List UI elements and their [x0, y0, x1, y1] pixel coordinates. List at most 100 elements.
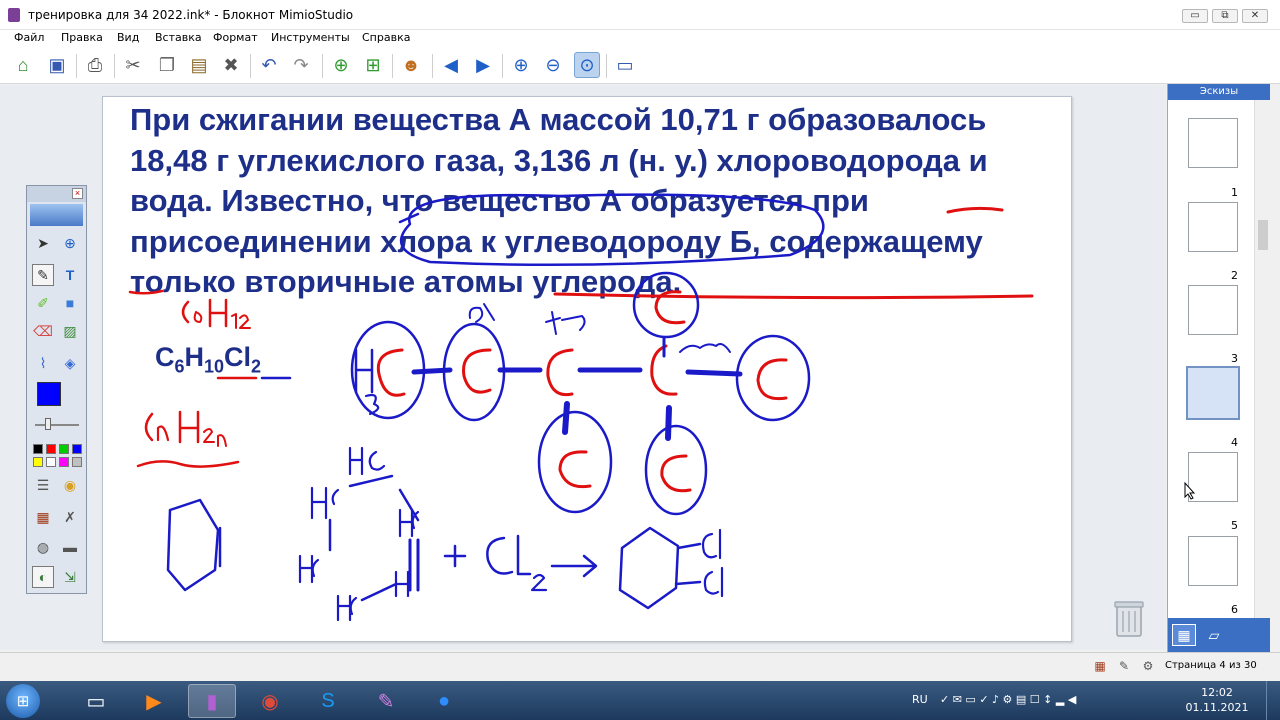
show-desktop-button[interactable]: [1266, 681, 1280, 720]
redo-icon[interactable]: ↷: [288, 52, 314, 78]
thumbnails-view-icon[interactable]: ▦: [1172, 624, 1196, 646]
chrome-taskbar-icon[interactable]: ◉: [246, 684, 294, 718]
gallery-icon[interactable]: ◉: [59, 474, 81, 496]
menu-bar: Файл Правка Вид Вставка Формат Инструмен…: [0, 30, 1280, 46]
zoom-in-icon[interactable]: ⊕: [508, 52, 534, 78]
color-swatch-red[interactable]: [46, 444, 56, 454]
tray-icons[interactable]: ✓ ✉ ▭ ✓ ♪ ⚙ ▤ ☐ ↕ ▂ ◀: [940, 693, 1076, 706]
thumbnail-page-2[interactable]: [1188, 202, 1238, 252]
thumbnail-number: 6: [1231, 603, 1238, 616]
color-swatch-gray[interactable]: [72, 457, 82, 467]
highlighter-icon[interactable]: ✐: [32, 292, 54, 314]
screen-capture-icon[interactable]: ▬: [59, 536, 81, 558]
palette-close-icon[interactable]: ×: [72, 188, 83, 199]
folder-view-icon[interactable]: ▱: [1202, 624, 1226, 646]
zoom-fit-icon[interactable]: ⊙: [574, 52, 600, 78]
menu-format[interactable]: Формат: [213, 31, 258, 44]
import-icon[interactable]: ⇲: [59, 566, 81, 588]
clock[interactable]: 12:02 01.11.2021: [1184, 685, 1250, 715]
zoom-taskbar-icon[interactable]: ●: [420, 684, 468, 718]
desktop: тренировка для 34 2022.ink* - Блокнот Mi…: [0, 0, 1280, 720]
mimio-notebook-taskbar-icon[interactable]: ▮: [188, 684, 236, 718]
pen-status-icon[interactable]: ✎: [1116, 658, 1132, 674]
color-swatch-green[interactable]: [59, 444, 69, 454]
notebook-app-icon: [8, 8, 20, 22]
trash-icon[interactable]: [1113, 598, 1145, 638]
toolbar-separator: [114, 54, 115, 78]
thumbnail-number: 4: [1231, 436, 1238, 449]
close-button[interactable]: ✕: [1242, 9, 1268, 23]
back-icon[interactable]: ◀: [438, 52, 464, 78]
current-color-swatch[interactable]: [37, 382, 61, 406]
toolbar-separator: [322, 54, 323, 78]
explorer-taskbar-icon[interactable]: ▭: [72, 684, 120, 718]
tool-palette[interactable]: × ➤ ⊕ ✎ T ✐ ■ ⌫ ▨ ⌇ ◈ ☰ ◉ ▦ ✗ ◍ ▬ ◐ ⇲: [26, 185, 87, 594]
delete-icon[interactable]: ✖: [218, 52, 244, 78]
paste-icon[interactable]: ▤: [186, 52, 212, 78]
thumbnail-page-4[interactable]: [1186, 366, 1240, 420]
width-slider[interactable]: [35, 424, 79, 426]
menu-view[interactable]: Вид: [117, 31, 139, 44]
color-swatch-black[interactable]: [33, 444, 43, 454]
eraser-icon[interactable]: ⌫: [32, 320, 54, 342]
zoom-tool-icon[interactable]: ⊕: [59, 232, 81, 254]
new-page-icon[interactable]: ⊕: [328, 52, 354, 78]
mimio-studio-taskbar-icon[interactable]: ✎: [362, 684, 410, 718]
mouse-icon[interactable]: ◍: [32, 536, 54, 558]
shape-tool-icon[interactable]: ■: [59, 292, 81, 314]
formula-h: H: [184, 342, 205, 372]
print-icon[interactable]: ⎙: [82, 52, 108, 78]
thumbnail-list: 1 2 3 4 5 6: [1168, 100, 1254, 618]
menu-insert[interactable]: Вставка: [155, 31, 202, 44]
fill-icon[interactable]: ◈: [59, 352, 81, 374]
menu-help[interactable]: Справка: [362, 31, 410, 44]
menu-tools[interactable]: Инструменты: [271, 31, 350, 44]
color-swatch-white[interactable]: [46, 457, 56, 467]
maximize-button[interactable]: ⧉: [1212, 9, 1238, 23]
line-style-icon[interactable]: ☰: [32, 474, 54, 496]
thumbnail-page-6[interactable]: [1188, 536, 1238, 586]
mouse-cursor-icon: [1184, 482, 1196, 500]
toolbar-separator: [606, 54, 607, 78]
open-icon[interactable]: ⌂: [10, 52, 36, 78]
toolbar: ⌂ ▣ ⎙ ✂ ❐ ▤ ✖ ↶ ↷ ⊕ ⊞ ☻ ◀ ▶ ⊕ ⊖ ⊙ ▭: [0, 46, 1280, 84]
eyedropper-icon[interactable]: ⌇: [32, 352, 54, 374]
undo-icon[interactable]: ↶: [256, 52, 282, 78]
thumbnail-scrollbar[interactable]: [1254, 100, 1270, 618]
cut-icon[interactable]: ✂: [120, 52, 146, 78]
pen-icon[interactable]: ✎: [32, 264, 54, 286]
zoom-out-icon[interactable]: ⊖: [540, 52, 566, 78]
start-button[interactable]: ⊞: [6, 684, 40, 718]
select-arrow-icon[interactable]: ➤: [32, 232, 54, 254]
settings-status-icon[interactable]: ⚙: [1140, 658, 1156, 674]
language-indicator[interactable]: RU: [912, 693, 928, 706]
users-icon[interactable]: ☻: [398, 52, 424, 78]
duplicate-page-icon[interactable]: ⊞: [360, 52, 386, 78]
skype-taskbar-icon[interactable]: S: [304, 684, 352, 718]
toolbar-separator: [432, 54, 433, 78]
media-player-taskbar-icon[interactable]: ▶: [130, 684, 178, 718]
spotlight-icon[interactable]: ◐: [32, 566, 54, 588]
menu-file[interactable]: Файл: [14, 31, 44, 44]
thumbnail-page-1[interactable]: [1188, 118, 1238, 168]
thumbnail-number: 2: [1231, 269, 1238, 282]
save-icon[interactable]: ▣: [44, 52, 70, 78]
forward-icon[interactable]: ▶: [470, 52, 496, 78]
thumbnail-scrollbar-thumb[interactable]: [1258, 220, 1268, 250]
screen-icon[interactable]: ▭: [612, 52, 638, 78]
width-slider-handle[interactable]: [45, 418, 51, 430]
minimize-button[interactable]: ▭: [1182, 9, 1208, 23]
color-swatch-magenta[interactable]: [59, 457, 69, 467]
recorder-icon[interactable]: ▦: [32, 506, 54, 528]
thumbnail-page-3[interactable]: [1188, 285, 1238, 335]
color-swatch-yellow[interactable]: [33, 457, 43, 467]
palette-header[interactable]: ×: [27, 186, 86, 202]
menu-edit[interactable]: Правка: [61, 31, 103, 44]
copy-icon[interactable]: ❐: [154, 52, 180, 78]
color-swatch-blue[interactable]: [72, 444, 82, 454]
thumbnail-number: 1: [1231, 186, 1238, 199]
record-status-icon[interactable]: ▦: [1092, 658, 1108, 674]
image-tool-icon[interactable]: ▨: [59, 320, 81, 342]
tools-icon[interactable]: ✗: [59, 506, 81, 528]
text-tool-icon[interactable]: T: [59, 264, 81, 286]
